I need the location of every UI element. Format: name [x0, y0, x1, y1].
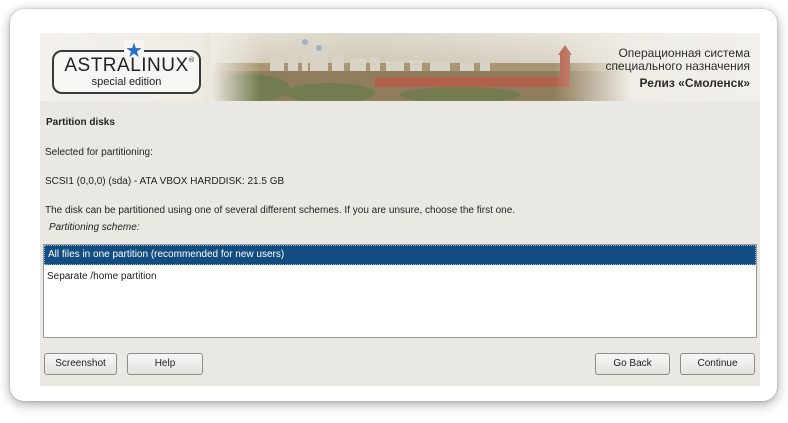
- info-text: The disk can be partitioned using one of…: [45, 205, 516, 216]
- screenshot-frame: ★ ASTRALINUX ® special edition Операцион…: [10, 9, 777, 401]
- brand-text: Операционная система специального назнач…: [605, 47, 750, 91]
- registered-mark: ®: [188, 56, 195, 64]
- release-name: Релиз «Смоленск»: [639, 76, 750, 90]
- installer-window: ★ ASTRALINUX ® special edition Операцион…: [40, 33, 760, 386]
- help-button[interactable]: Help: [127, 353, 203, 375]
- list-item-all-files-one-partition[interactable]: All files in one partition (recommended …: [44, 245, 756, 265]
- list-item-separate-home[interactable]: Separate /home partition: [44, 268, 756, 285]
- astralinux-logo: ★ ASTRALINUX ® special edition: [52, 40, 201, 94]
- disk-description: SCSI1 (0,0,0) (sda) - ATA VBOX HARDDISK:…: [45, 176, 285, 187]
- page-title: Partition disks: [46, 117, 115, 128]
- logo-main-text: ASTRALINUX: [64, 55, 189, 76]
- screenshot-button[interactable]: Screenshot: [44, 353, 117, 375]
- city-panorama-image: [210, 33, 630, 101]
- go-back-button[interactable]: Go Back: [595, 353, 670, 375]
- partitioning-scheme-list[interactable]: All files in one partition (recommended …: [43, 244, 757, 338]
- logo-sub-text: special edition: [91, 76, 162, 88]
- continue-button[interactable]: Continue: [680, 353, 755, 375]
- selected-label: Selected for partitioning:: [45, 147, 153, 158]
- partition-dialog: Partition disks Selected for partitionin…: [40, 103, 760, 386]
- banner: ★ ASTRALINUX ® special edition Операцион…: [40, 33, 760, 101]
- brand-line-2: специального назначения: [605, 59, 750, 73]
- partitioning-scheme-label: Partitioning scheme:: [49, 222, 140, 233]
- page: ★ ASTRALINUX ® special edition Операцион…: [0, 0, 788, 423]
